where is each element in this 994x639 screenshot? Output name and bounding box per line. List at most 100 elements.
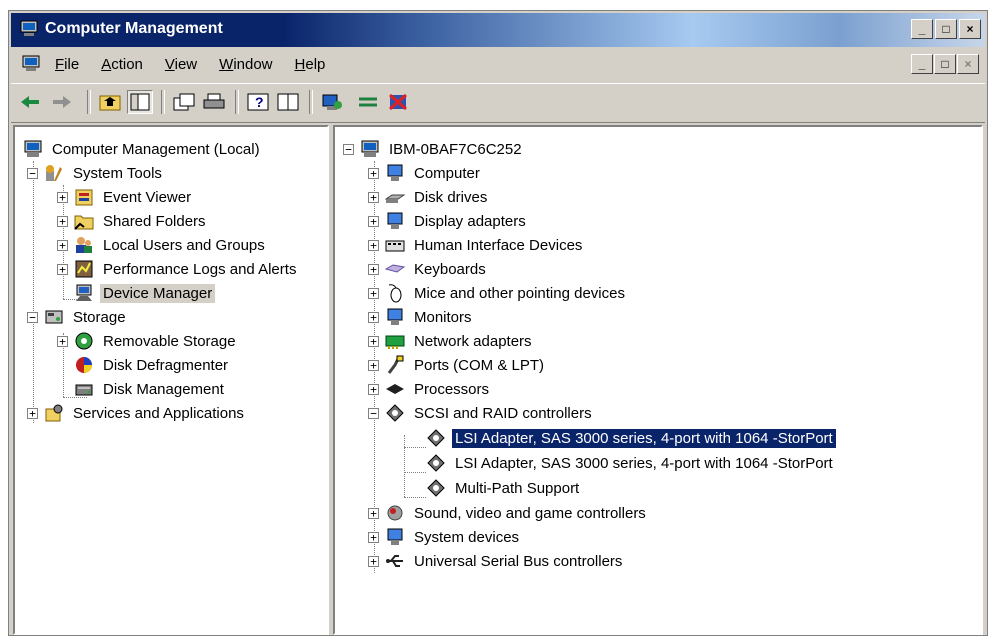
expand-icon[interactable]: +: [368, 383, 379, 395]
mmc-view-icon[interactable]: [275, 90, 301, 114]
services-applications-icon: [45, 404, 63, 422]
tree-node-system-tools[interactable]: − System Tools: [27, 161, 165, 185]
expand-icon[interactable]: +: [57, 191, 68, 203]
tree-node-ports[interactable]: + Ports (COM & LPT): [368, 353, 547, 377]
hid-icon: [385, 240, 405, 252]
keyboard-icon: [385, 264, 405, 273]
expand-icon[interactable]: +: [368, 507, 379, 519]
tree-node-mice[interactable]: + Mice and other pointing devices: [368, 281, 628, 305]
computer-management-icon: [20, 20, 38, 36]
menu-help[interactable]: Help: [295, 56, 326, 73]
device-manager-icon: [76, 284, 92, 301]
back-icon[interactable]: [17, 90, 43, 114]
tree-node-network-adapters[interactable]: + Network adapters: [368, 329, 535, 353]
system-tools-icon: [46, 165, 62, 181]
close-button[interactable]: ×: [959, 19, 981, 39]
tree-node-display-adapters[interactable]: + Display adapters: [368, 209, 529, 233]
tree-node-event-viewer[interactable]: + Event Viewer: [57, 185, 194, 209]
expand-icon[interactable]: +: [57, 335, 68, 347]
properties-icon[interactable]: [171, 90, 197, 114]
menu-view[interactable]: View: [165, 56, 197, 73]
title-bar[interactable]: Computer Management _ □ ×: [11, 13, 985, 47]
tree-label: Services and Applications: [73, 404, 244, 422]
disk-drive-icon: [385, 194, 405, 203]
expand-icon[interactable]: +: [57, 239, 68, 251]
uninstall-icon[interactable]: [385, 90, 411, 114]
tree-node-scsi-raid-controllers[interactable]: − SCSI and RAID controllers: [368, 401, 595, 425]
child-minimize-button[interactable]: _: [911, 54, 933, 74]
tree-node-disk-defragmenter[interactable]: Disk Defragmenter: [74, 353, 231, 377]
expand-icon[interactable]: +: [368, 555, 379, 567]
tree-label: Network adapters: [414, 332, 532, 350]
tree-label: Disk drives: [414, 188, 488, 206]
tree-node-computer-root[interactable]: − IBM-0BAF7C6C252: [343, 137, 525, 161]
computer-icon: [24, 140, 42, 157]
tree-node-removable-storage[interactable]: + Removable Storage: [57, 329, 239, 353]
child-restore-button[interactable]: □: [934, 54, 956, 74]
expand-icon[interactable]: +: [368, 167, 379, 179]
expand-icon[interactable]: +: [368, 191, 379, 203]
expand-icon[interactable]: +: [368, 335, 379, 347]
show-hide-tree-icon[interactable]: [127, 90, 153, 114]
tree-node-performance-logs[interactable]: + Performance Logs and Alerts: [57, 257, 299, 281]
menu-window[interactable]: Window: [219, 56, 272, 73]
help-icon[interactable]: ?: [245, 90, 271, 114]
expand-icon[interactable]: +: [368, 239, 379, 251]
tree-node-storage[interactable]: − Storage: [27, 305, 129, 329]
tree-label: IBM-0BAF7C6C252: [389, 140, 522, 158]
collapse-icon[interactable]: −: [343, 143, 354, 155]
tree-node-human-interface-devices[interactable]: + Human Interface Devices: [368, 233, 585, 257]
expand-icon[interactable]: +: [368, 311, 379, 323]
console-tree-pane[interactable]: Computer Management (Local) − System Too…: [13, 125, 329, 635]
processor-icon: [386, 384, 404, 394]
tree-node-system-devices[interactable]: + System devices: [368, 525, 522, 549]
window-title: Computer Management: [45, 20, 223, 37]
tree-node-computer-management-local[interactable]: Computer Management (Local): [23, 137, 263, 161]
collapse-icon[interactable]: −: [27, 311, 38, 323]
tree-node-processors[interactable]: + Processors: [368, 377, 492, 401]
expand-icon[interactable]: +: [368, 531, 379, 543]
expand-icon[interactable]: +: [368, 215, 379, 227]
tree-node-monitors[interactable]: + Monitors: [368, 305, 475, 329]
tree-node-lsi-adapter-2[interactable]: LSI Adapter, SAS 3000 series, 4-port wit…: [426, 451, 836, 475]
print-icon[interactable]: [201, 90, 227, 114]
expand-icon[interactable]: +: [57, 215, 68, 227]
maximize-button[interactable]: □: [935, 19, 957, 39]
tree-node-local-users-groups[interactable]: + Local Users and Groups: [57, 233, 268, 257]
tree-label: System Tools: [73, 164, 162, 182]
tree-node-services-applications[interactable]: + Services and Applications: [27, 401, 247, 425]
tree-node-shared-folders[interactable]: + Shared Folders: [57, 209, 209, 233]
tree-node-disk-management[interactable]: Disk Management: [74, 377, 227, 401]
forward-icon[interactable]: [49, 90, 75, 114]
collapse-icon[interactable]: −: [368, 407, 379, 419]
device-tree-pane[interactable]: − IBM-0BAF7C6C252 + Computer + Disk driv…: [333, 125, 983, 635]
up-folder-icon[interactable]: [97, 90, 123, 114]
tree-node-sound-video-game[interactable]: + Sound, video and game controllers: [368, 501, 649, 525]
tree-node-multi-path-support[interactable]: Multi-Path Support: [426, 476, 582, 500]
expand-icon[interactable]: +: [368, 359, 379, 371]
scsi-controller-icon: [427, 429, 445, 447]
tree-node-lsi-adapter-1[interactable]: LSI Adapter, SAS 3000 series, 4-port wit…: [426, 426, 837, 450]
minimize-button[interactable]: _: [911, 19, 933, 39]
removable-storage-icon: [75, 332, 93, 350]
scan-hardware-icon[interactable]: [319, 90, 345, 114]
menu-file[interactable]: File: [55, 56, 79, 73]
tree-node-device-manager[interactable]: Device Manager: [74, 281, 216, 305]
expand-icon[interactable]: +: [27, 407, 38, 419]
users-icon: [76, 237, 92, 253]
update-driver-icon[interactable]: [355, 90, 381, 114]
collapse-icon[interactable]: −: [27, 167, 38, 179]
port-icon: [387, 355, 404, 374]
tree-node-computer[interactable]: + Computer: [368, 161, 483, 185]
tree-node-keyboards[interactable]: + Keyboards: [368, 257, 489, 281]
child-close-button[interactable]: ×: [957, 54, 979, 74]
tree-node-disk-drives[interactable]: + Disk drives: [368, 185, 490, 209]
menu-action[interactable]: Action: [101, 56, 143, 73]
system-menu-icon[interactable]: [21, 55, 41, 73]
tree-node-usb-controllers[interactable]: + Universal Serial Bus controllers: [368, 549, 625, 573]
expand-icon[interactable]: +: [368, 263, 379, 275]
expand-icon[interactable]: +: [57, 263, 68, 275]
tree-label: Computer Management (Local): [52, 140, 260, 158]
expand-icon[interactable]: +: [368, 287, 379, 299]
tree-label: System devices: [414, 528, 520, 546]
